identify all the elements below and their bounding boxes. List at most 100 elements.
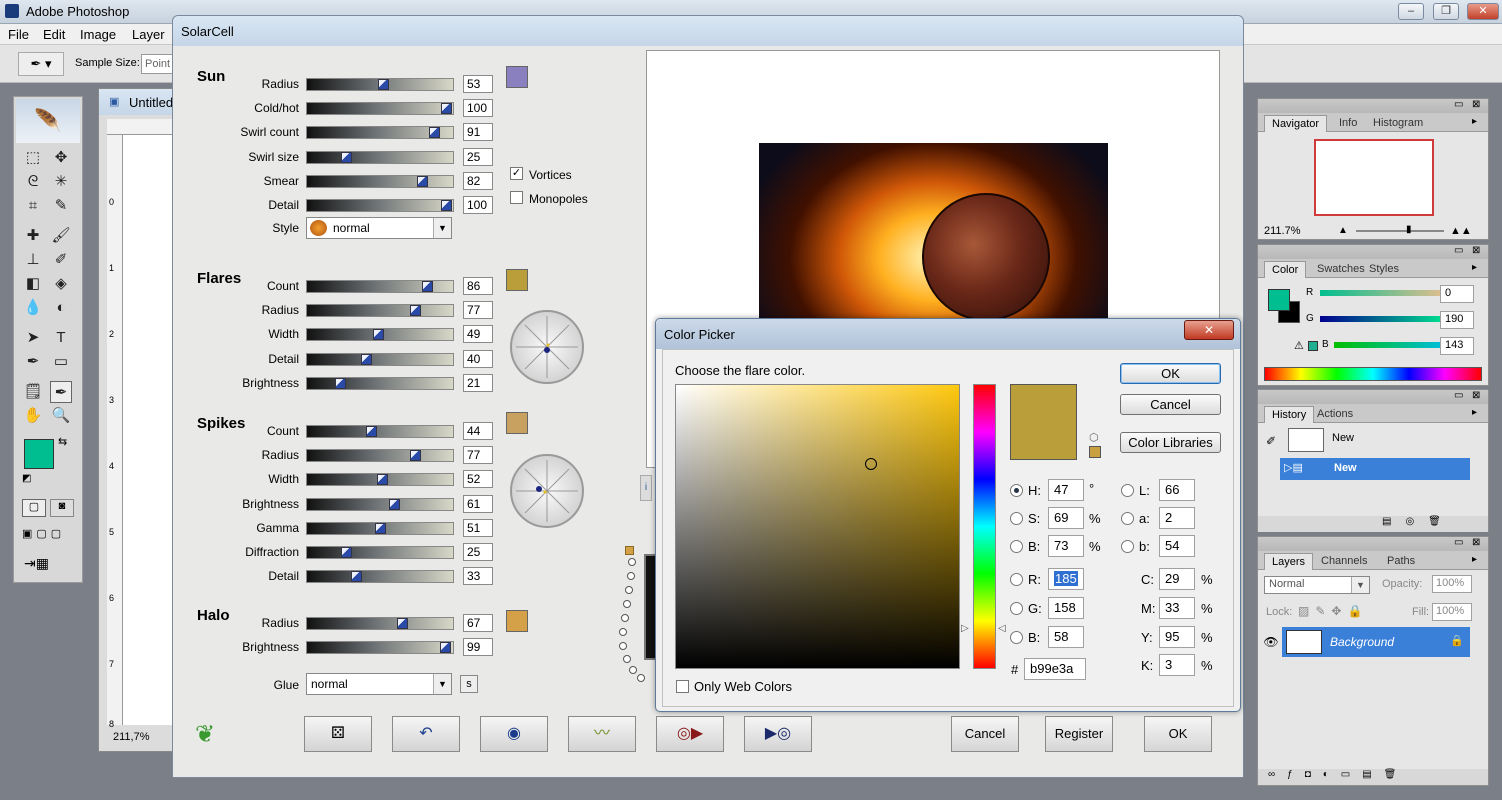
panel-foreground-swatch[interactable] [1268,289,1290,311]
sun-smear-slider[interactable] [306,175,454,188]
blur-tool-icon[interactable]: 💧 [22,297,44,319]
tab-channels[interactable]: Channels [1314,553,1374,570]
spikes-color-swatch[interactable] [506,412,528,434]
slider-thumb[interactable] [375,523,386,534]
pen-tool-icon[interactable]: ✒ [22,351,44,373]
standard-mode-icon[interactable]: ▢ [22,499,46,517]
color-ramp[interactable] [1264,367,1482,381]
spikes-direction-dial[interactable] [510,454,584,528]
sun-swirl-size-slider[interactable] [306,151,454,164]
spikes-brightness-slider[interactable] [306,498,454,511]
color-picker-close-button[interactable]: ✕ [1184,320,1234,340]
hex-input[interactable]: b99e3a [1024,658,1086,680]
slider-thumb[interactable] [440,642,451,653]
sun-detail-slider[interactable] [306,199,454,212]
history-state-row[interactable]: ▷▤ New [1280,458,1470,480]
b-input[interactable]: 143 [1440,337,1474,355]
saturation-radio[interactable] [1010,512,1023,525]
cyan-input[interactable]: 29 [1159,568,1195,590]
g-slider[interactable] [1320,316,1460,322]
tab-styles[interactable]: Styles [1362,261,1406,278]
tab-navigator[interactable]: Navigator [1264,115,1328,132]
history-brush-source-icon[interactable]: ✐ [1266,434,1276,448]
load-preset-button[interactable]: ◎▶ [656,716,724,752]
tab-paths[interactable]: Paths [1380,553,1422,570]
flares-brightness-slider[interactable] [306,377,454,390]
spikes-count-slider[interactable] [306,425,454,438]
gradient-stop-marker[interactable] [625,546,634,555]
document-zoom[interactable]: 211,7% [113,731,150,743]
tab-history[interactable]: History [1264,406,1315,423]
history-brush-icon[interactable]: ✐ [50,249,72,271]
randomize-button[interactable]: ⚄ [304,716,372,752]
flares-width-slider[interactable] [306,328,454,341]
history-snapshot-row[interactable]: ✐ New [1262,428,1482,456]
spikes-gamma-value[interactable]: 51 [463,519,493,537]
eyedropper-tool-icon[interactable]: ✒ [50,381,72,403]
green-input[interactable]: 158 [1048,597,1084,619]
close-button[interactable]: ✕ [1467,3,1499,20]
spikes-width-slider[interactable] [306,473,454,486]
slider-thumb[interactable] [366,426,377,437]
brush-tool-icon[interactable]: 🖌 [50,225,72,247]
flares-color-swatch[interactable] [506,269,528,291]
undo-button[interactable]: ↶ [392,716,460,752]
sun-swirl-size-value[interactable]: 25 [463,148,493,166]
slider-thumb[interactable] [397,618,408,629]
foreground-color-swatch[interactable] [24,439,54,469]
tab-color[interactable]: Color [1264,261,1307,278]
flares-count-slider[interactable] [306,280,454,293]
lab-b-input[interactable]: 54 [1159,535,1195,557]
halo-radius-slider[interactable] [306,617,454,630]
reset-button[interactable]: ◉ [480,716,548,752]
flares-direction-dial[interactable] [510,310,584,384]
hue-radio[interactable] [1010,484,1023,497]
hue-slider[interactable] [973,384,996,669]
saturation-input[interactable]: 69 [1048,507,1084,529]
info-icon[interactable]: i [640,475,652,501]
panel-menu-icon[interactable]: ▸ [1472,554,1477,565]
navigator-zoom[interactable]: 211.7% [1264,225,1301,237]
fill-input[interactable]: 100% [1432,603,1472,621]
spikes-count-value[interactable]: 44 [463,422,493,440]
layer-row-background[interactable]: Background 🔒 [1282,627,1470,657]
slider-thumb[interactable] [410,305,421,316]
flares-brightness-value[interactable]: 21 [463,374,493,392]
jump-to-imageready-icon[interactable]: ⇥▦ [24,555,74,575]
style-dropdown[interactable]: normal ▼ [306,217,452,239]
blue-input[interactable]: 58 [1048,626,1084,648]
glue-mode-button[interactable]: 〰 [568,716,636,752]
layers-footer-icons[interactable]: ∞ƒ◘◐▭▤🗑 [1258,769,1488,785]
hand-tool-icon[interactable]: ✋ [22,405,44,427]
halo-brightness-value[interactable]: 99 [463,638,493,656]
red-radio[interactable] [1010,573,1023,586]
slider-thumb[interactable] [441,200,452,211]
flares-count-value[interactable]: 86 [463,277,493,295]
swap-colors-icon[interactable]: ⇆ [58,435,67,448]
menu-file[interactable]: File [8,27,29,42]
sun-swirl-count-slider[interactable] [306,126,454,139]
slider-thumb[interactable] [389,499,400,510]
crop-tool-icon[interactable]: ⌗ [22,195,44,217]
slider-thumb[interactable] [351,571,362,582]
brightness-radio[interactable] [1010,540,1023,553]
solarcell-logo-icon[interactable]: ❦ [195,720,215,749]
panel-minimize-icon[interactable]: ▭ [1454,245,1463,256]
hue-slider-right-arrow-icon[interactable]: ◁ [998,623,1006,634]
slider-thumb[interactable] [441,103,452,114]
zoom-in-icon[interactable]: ▲▲ [1450,225,1472,237]
type-tool-icon[interactable]: T [50,327,72,349]
panel-close-icon[interactable]: ⊠ [1472,390,1480,401]
tab-layers[interactable]: Layers [1264,553,1314,570]
shape-tool-icon[interactable]: ▭ [50,351,72,373]
vortices-checkbox[interactable]: ✓ [510,167,523,180]
lock-icons[interactable]: ▨✎✥🔒 [1298,604,1368,618]
slider-thumb[interactable] [417,176,428,187]
healing-brush-icon[interactable]: ✚ [22,225,44,247]
minimize-button[interactable]: – [1398,3,1424,20]
slider-thumb[interactable] [341,152,352,163]
r-input[interactable]: 0 [1440,285,1474,303]
hue-input[interactable]: 47 [1048,479,1084,501]
spikes-diffraction-value[interactable]: 25 [463,543,493,561]
halo-brightness-slider[interactable] [306,641,454,654]
